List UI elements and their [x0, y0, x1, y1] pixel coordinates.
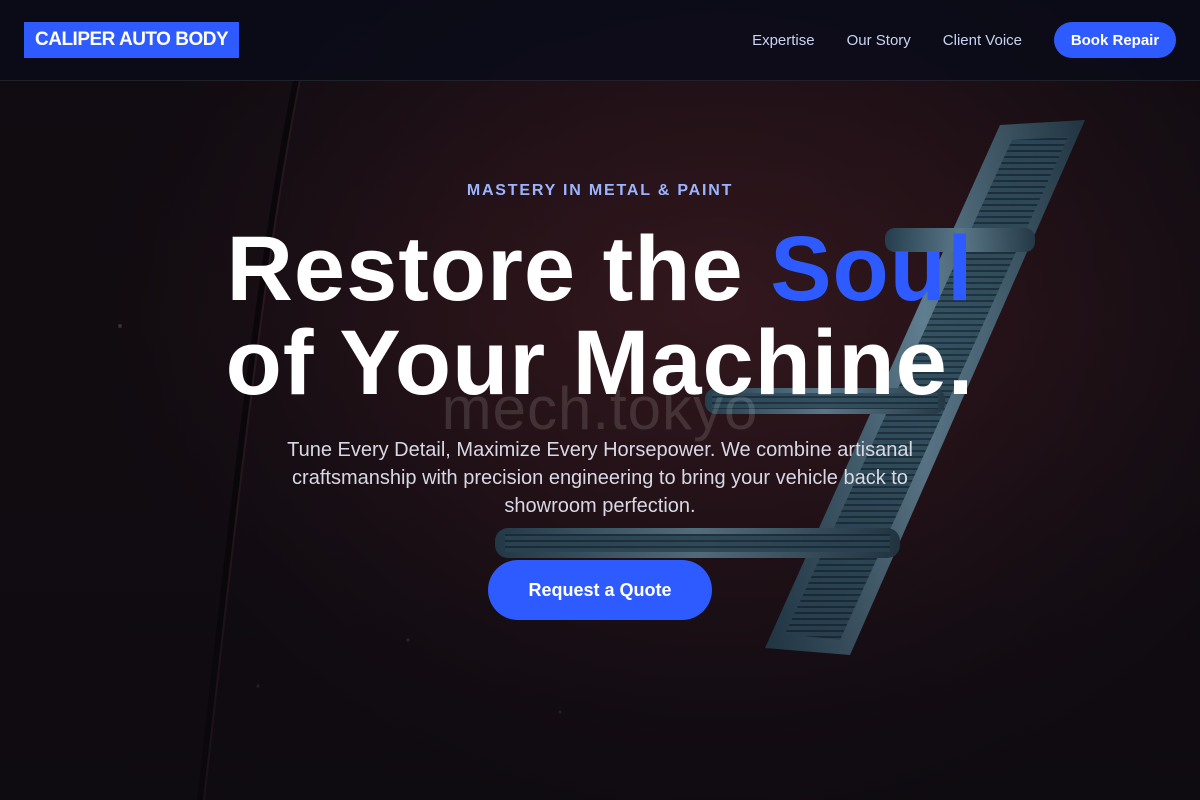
- headline-part1: Restore the: [226, 218, 771, 320]
- request-quote-button[interactable]: Request a Quote: [488, 560, 712, 620]
- headline-line2: of Your Machine.: [225, 312, 975, 414]
- hero-subtitle: Tune Every Detail, Maximize Every Horsep…: [287, 439, 913, 517]
- headline-accent: Soul: [770, 218, 974, 320]
- hero-eyebrow: MASTERY IN METAL & PAINT: [466, 182, 734, 199]
- hero-headline: Restore the Soul of Your Machine.: [0, 222, 1200, 410]
- hero-section: MASTERY IN METAL & PAINT mech.tokyo Rest…: [0, 0, 1200, 800]
